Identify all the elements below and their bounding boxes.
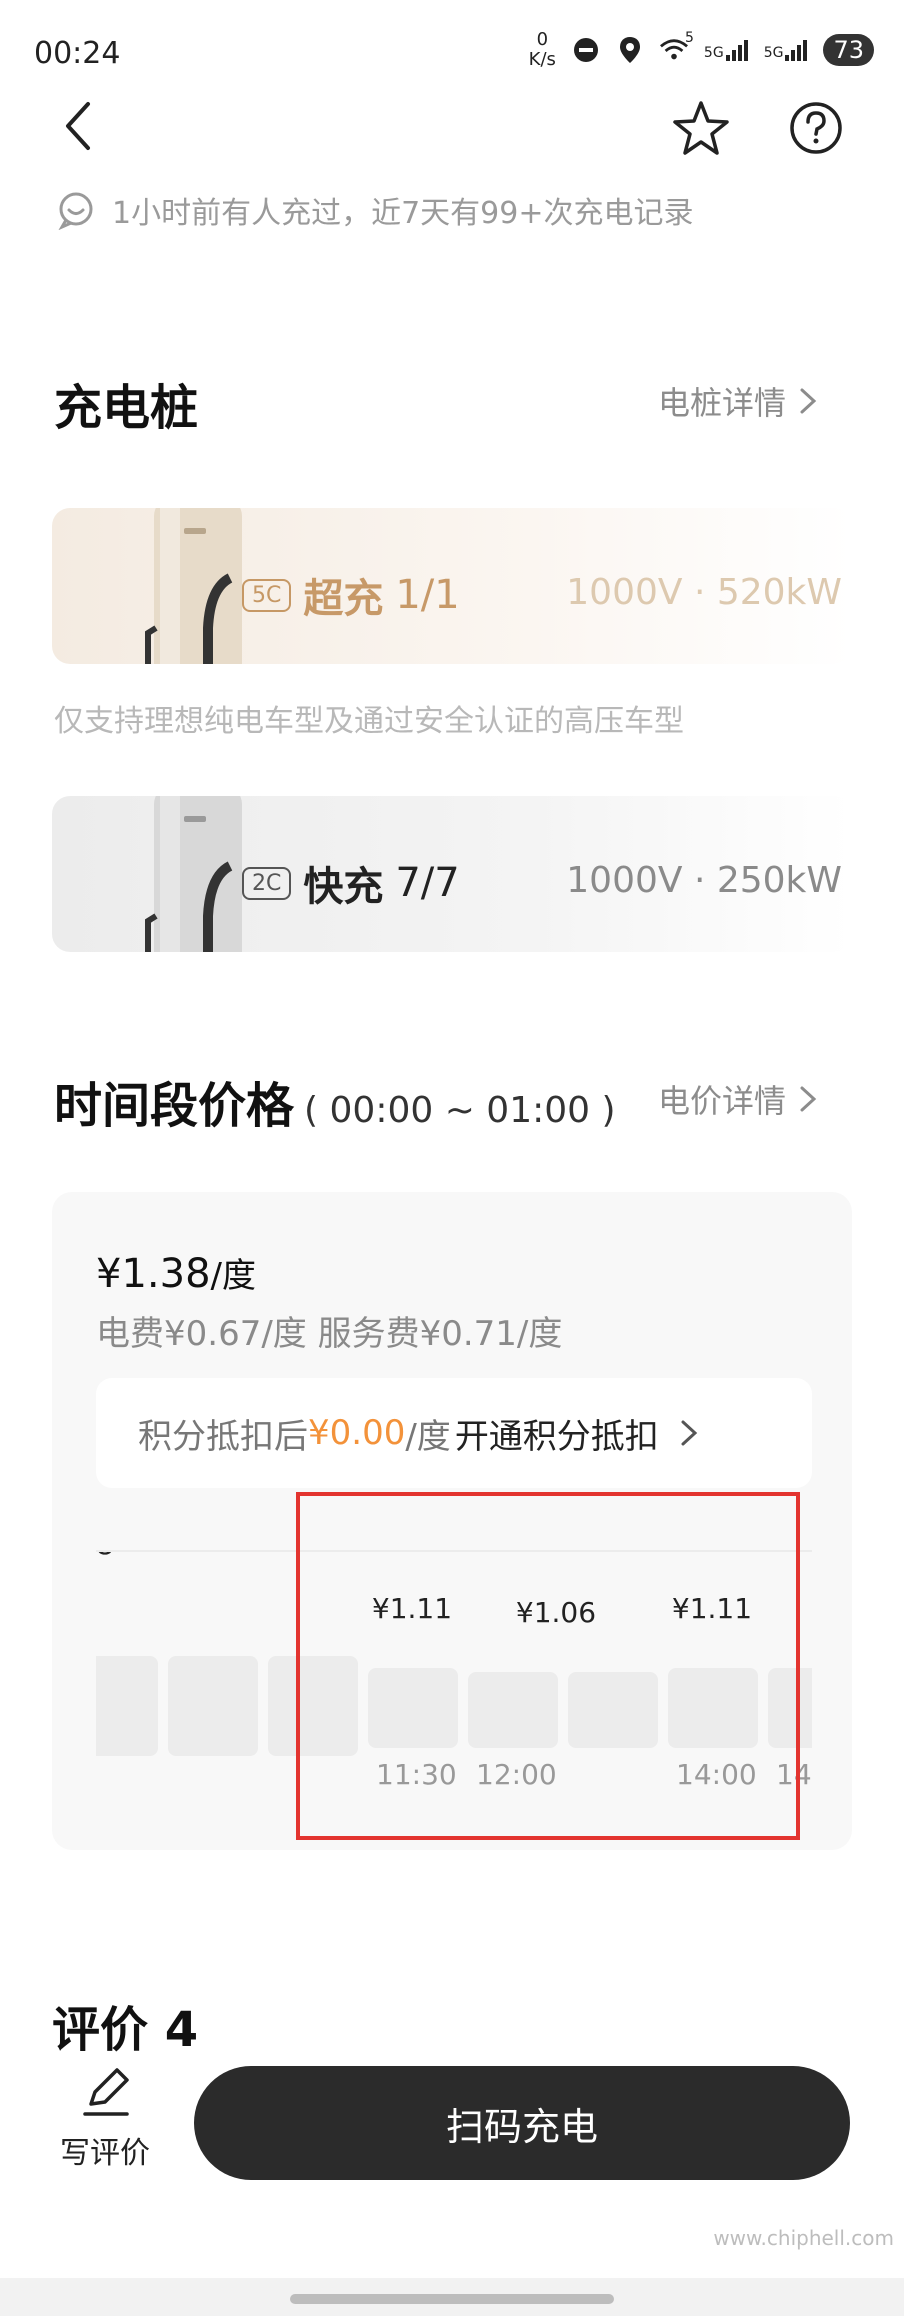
fast-charger-count: 7/7 (395, 860, 460, 906)
question-icon (790, 102, 842, 154)
points-action: 开通积分抵扣 (454, 1416, 659, 1457)
chargers-title: 充电桩 (54, 380, 199, 436)
fast-charger-spec: 1000V · 250kW (566, 860, 842, 901)
points-deduction-row[interactable]: 积分抵扣后 ¥0.00 /度 开通积分抵扣 (96, 1378, 812, 1488)
pencil-icon (83, 2068, 129, 2116)
points-prefix: 积分抵扣后 (138, 1416, 308, 1457)
pricing-range: ( 00:00 ~ 01:00 ) (304, 1090, 616, 1131)
charger-detail-label: 电桩详情 (658, 384, 787, 422)
star-icon (673, 101, 729, 155)
price-unit: /度 (210, 1256, 256, 1296)
super-charger-count: 1/1 (395, 572, 460, 618)
points-unit: /度 (405, 1416, 451, 1457)
price-bar[interactable] (168, 1656, 258, 1756)
signal-label-2: 5G (763, 45, 784, 61)
support-note: 仅支持理想纯电车型及通过安全认证的高压车型 (54, 704, 684, 739)
signal-label-1: 5G (703, 45, 724, 61)
watermark: www.chiphell.com (713, 2226, 894, 2250)
signal-5g-2: 5G (764, 39, 808, 61)
write-review-button[interactable]: 写评价 (50, 2066, 160, 2172)
status-icons: 0 K/s 5 5G 5G 73 (529, 30, 874, 70)
charger-pillar-silver-icon (145, 796, 242, 952)
status-time: 00:24 (34, 36, 121, 71)
current-price: ¥1.38/度 (96, 1248, 256, 1297)
scan-charge-button[interactable]: 扫码充电 (194, 2066, 850, 2180)
net-speed-unit: K/s (528, 49, 556, 70)
chevron-right-icon (800, 388, 817, 414)
home-indicator[interactable] (290, 2294, 614, 2304)
price-detail-label: 电价详情 (658, 1082, 787, 1120)
pricing-heading: 时间段价格 ( 00:00 ~ 01:00 ) (54, 1066, 616, 1136)
points-value: ¥0.00 (308, 1413, 406, 1453)
fast-charger-card[interactable]: 2C 快充 7/7 1000V · 250kW (52, 796, 852, 952)
pricing-title: 时间段价格 (54, 1078, 295, 1134)
chevron-right-icon (681, 1420, 698, 1446)
chat-bubble-icon (58, 192, 93, 230)
reviews-title: 评价 4 (52, 2002, 199, 2058)
highlight-annotation-box (296, 1492, 800, 1840)
bar-price-partial: 8 (96, 1552, 114, 1561)
fast-charger-badge: 2C (242, 866, 292, 900)
status-bar: 00:24 0 K/s 5 5G 5G 73 (0, 0, 904, 100)
battery-indicator: 73 (823, 34, 874, 66)
signal-bars-icon (785, 40, 808, 61)
charger-pillar-gold-icon (145, 508, 242, 664)
super-charger-badge: 5C (242, 578, 292, 612)
chevron-right-icon (800, 1086, 817, 1112)
price-detail-link[interactable]: 电价详情 (658, 1076, 818, 1122)
net-speed-value: 0 (536, 29, 549, 50)
net-speed: 0 K/s (529, 30, 556, 70)
signal-bars-icon (725, 40, 748, 61)
super-charger-type: 超充 (303, 576, 384, 622)
fast-charger-type: 快充 (303, 864, 384, 910)
write-review-label: 写评价 (60, 2136, 150, 2171)
price-bar[interactable] (96, 1656, 158, 1756)
dnd-icon (572, 36, 600, 64)
super-charger-spec: 1000V · 520kW (566, 572, 842, 613)
price-breakdown: 电费¥0.67/度 服务费¥0.71/度 (96, 1314, 563, 1354)
recent-charging-notice: 1小时前有人充过，近7天有99+次充电记录 (56, 188, 693, 232)
back-button[interactable] (58, 96, 102, 156)
charger-detail-link[interactable]: 电桩详情 (658, 378, 818, 424)
wifi-label: 5 (685, 30, 694, 46)
location-icon (616, 36, 644, 64)
signal-5g-1: 5G (704, 39, 748, 61)
chevron-left-icon (66, 102, 90, 150)
notice-text: 1小时前有人充过，近7天有99+次充电记录 (112, 196, 694, 231)
favorite-button[interactable] (670, 98, 732, 158)
super-charger-card[interactable]: 5C 超充 1/1 1000V · 520kW (52, 508, 852, 664)
price-value: ¥1.38 (96, 1251, 211, 1297)
wifi-icon: 5 (659, 30, 694, 64)
help-button[interactable] (786, 98, 846, 158)
